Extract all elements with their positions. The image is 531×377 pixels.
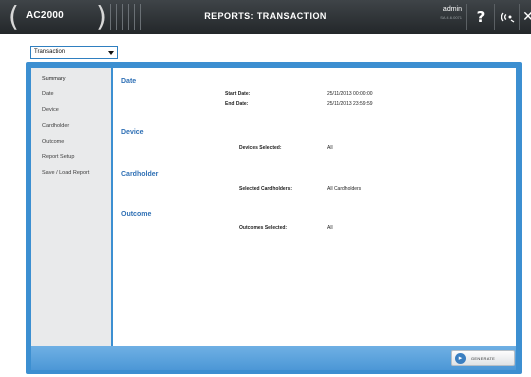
toolbar-divider bbox=[494, 4, 495, 30]
report-type-value: Transaction bbox=[34, 49, 66, 55]
end-date-value: 25/11/2013 23:59:59 bbox=[327, 101, 373, 107]
devices-selected-label: Devices Selected: bbox=[239, 145, 282, 151]
selected-cardholders-value: All Cardholders bbox=[327, 186, 362, 192]
top-bar: ( AC2000 ) REPORTS: TRANSACTION admin SA… bbox=[0, 0, 531, 34]
sidebar-item-cardholder[interactable]: Cardholder bbox=[42, 123, 69, 129]
sidebar-item-device[interactable]: Device bbox=[42, 107, 59, 113]
start-date-value: 25/11/2013 00:00:00 bbox=[327, 91, 373, 97]
section-heading-cardholder: Cardholder bbox=[121, 171, 159, 178]
sidebar: Summary Date Device Cardholder Outcome R… bbox=[31, 68, 111, 346]
app-version: SA 4.6.0071 bbox=[440, 15, 462, 20]
selected-cardholders-label: Selected Cardholders: bbox=[239, 186, 293, 192]
sidebar-item-report-setup[interactable]: Report Setup bbox=[42, 154, 74, 160]
start-date-label: Start Date: bbox=[225, 91, 251, 97]
summary-content: Date Start Date: 25/11/2013 00:00:00 End… bbox=[113, 68, 516, 346]
section-heading-outcome: Outcome bbox=[121, 211, 152, 218]
outcomes-selected-value: All bbox=[327, 225, 333, 231]
devices-selected-value: All bbox=[327, 145, 333, 151]
signal-icon[interactable] bbox=[497, 0, 519, 34]
sidebar-item-save-load[interactable]: Save / Load Report bbox=[42, 170, 89, 176]
generate-button[interactable]: ▸ GENERATE bbox=[451, 350, 515, 366]
panel-footer bbox=[31, 346, 516, 370]
sidebar-item-summary[interactable]: Summary bbox=[42, 76, 66, 82]
close-icon[interactable]: ✕ bbox=[517, 0, 531, 34]
sidebar-item-date[interactable]: Date bbox=[42, 91, 54, 97]
question-icon[interactable]: ? bbox=[470, 0, 492, 34]
report-type-select[interactable]: Transaction bbox=[30, 46, 118, 59]
end-date-label: End Date: bbox=[225, 101, 249, 107]
section-heading-date: Date bbox=[121, 78, 137, 85]
section-heading-device: Device bbox=[121, 129, 144, 136]
toolbar-divider bbox=[466, 4, 467, 30]
generate-label: GENERATE bbox=[471, 356, 496, 361]
user-name: admin bbox=[442, 6, 462, 13]
play-icon: ▸ bbox=[455, 353, 466, 364]
chevron-down-icon bbox=[108, 51, 114, 55]
sidebar-item-outcome[interactable]: Outcome bbox=[42, 139, 64, 145]
user-info[interactable]: admin SA 4.6.0071 bbox=[414, 6, 462, 20]
outcomes-selected-label: Outcomes Selected: bbox=[239, 225, 288, 231]
